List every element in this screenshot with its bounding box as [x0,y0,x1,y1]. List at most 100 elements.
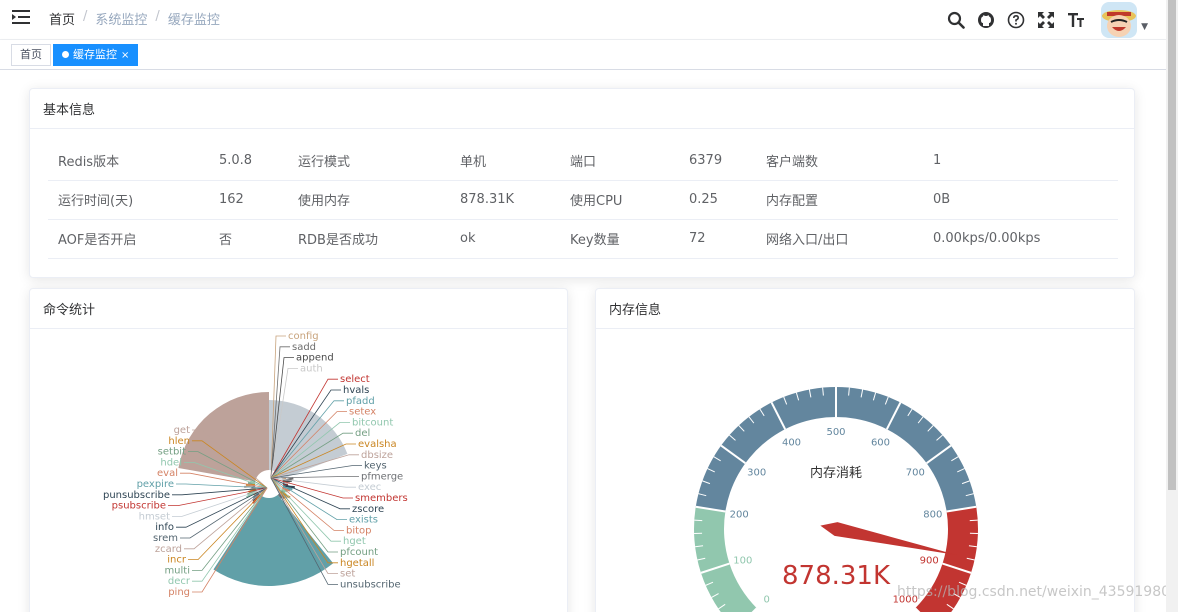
gauge-tick-label: 300 [747,467,766,478]
rose-label: select [340,374,370,385]
rose-label: smembers [355,493,408,504]
gauge-tick-label: 0 [764,594,770,605]
main-content: 基本信息 Redis版本 5.0.8 运行模式 单机 端口 6379 客户端数 1 运行时间(天… [0,70,1166,612]
rose-label: dbsize [361,450,393,461]
rose-label: pfmerge [361,471,403,482]
info-value: 6379 [679,141,756,181]
tag-cache-monitor[interactable]: 缓存监控 × [53,44,139,66]
info-value: 0.25 [679,180,756,220]
rose-label: evalsha [358,439,397,450]
info-value: 1 [923,141,1118,181]
info-value: ok [450,219,560,259]
rose-label: hmset [139,511,170,522]
info-table: Redis版本 5.0.8 运行模式 单机 端口 6379 客户端数 1 运行时间(天) 162 使… [48,141,1118,259]
tags-view: 首页 缓存监控 × [0,40,1166,70]
gauge-tick-label: 200 [730,510,749,521]
command-stats-chart: configsaddappendauthselecthvalspfaddsete… [103,331,408,598]
card-title: 命令统计 [30,289,567,329]
info-value: 单机 [450,141,560,181]
info-row: Redis版本 5.0.8 运行模式 单机 端口 6379 客户端数 1 [48,141,1118,181]
rose-label: append [296,353,334,364]
scrollbar-thumb[interactable] [1168,0,1176,490]
rose-label: keys [364,461,387,472]
question-icon[interactable] [1001,5,1031,35]
active-dot-icon [62,51,69,58]
caret-down-icon[interactable]: ▼ [1141,22,1148,32]
rose-slice-get[interactable] [178,392,269,482]
rose-label: bitop [346,525,372,536]
breadcrumb-home[interactable]: 首页 [49,9,75,28]
rose-label: zscore [352,504,384,515]
watermark: https://blog.csdn.net/weixin_43591980 [897,584,1171,600]
rose-label: punsubscribe [103,490,170,501]
gauge-tick [969,519,978,522]
gauge-tick-label: 400 [782,438,801,449]
info-label: 运行时间(天) [48,180,209,220]
rose-label: bitcount [352,417,393,428]
info-label: 使用内存 [288,180,450,220]
close-icon[interactable]: × [121,50,129,61]
gauge-tick-label: 500 [826,427,845,438]
rose-label: multi [164,565,190,576]
gauge-title: 内存消耗 [810,465,862,481]
rose-label: config [288,331,319,342]
command-stats-card: 命令统计 config sadd append auth select hvals pfad… [29,288,568,612]
memory-gauge-chart: 01002003004005006007008009001000内存消耗878.… [694,387,978,612]
info-label: 端口 [560,141,679,181]
rose-label: hdel [160,457,182,468]
rose-label: srem [153,533,178,544]
info-label: Key数量 [560,219,679,259]
rose-label: sadd [292,342,316,353]
basic-info-card: 基本信息 Redis版本 5.0.8 运行模式 单机 端口 6379 客户端数 1 运行时间(天… [29,88,1135,278]
card-title: 基本信息 [30,89,1134,129]
rose-label: set [340,569,355,580]
scrollbar[interactable] [1166,0,1178,612]
breadcrumb-system-monitor: 系统监控 [95,13,148,28]
rose-label: pfadd [346,396,375,407]
rose-label: exists [349,515,378,526]
rose-label: pfcount [340,547,378,558]
rose-label: exec [358,482,381,493]
rose-label: eval [157,468,178,479]
info-value: 72 [679,219,756,259]
info-label: RDB是否成功 [288,219,450,259]
gauge-value: 878.31K [782,561,891,591]
info-value: 5.0.8 [209,141,288,181]
gauge-tick-label: 700 [906,467,925,478]
rose-label: incr [167,555,187,566]
rose-label: ping [168,587,190,598]
rose-label: decr [168,576,191,587]
gauge-tick-label: 100 [733,555,752,566]
gauge-tick-label: 900 [920,555,939,566]
rose-label: setbit [158,447,186,458]
rose-label: unsubscribe [340,579,401,590]
rose-label: hvals [343,385,369,396]
info-value: 0.00kps/0.00kps [923,219,1118,259]
rose-slice-set[interactable] [213,494,334,586]
tag-home[interactable]: 首页 [11,44,51,66]
avatar[interactable] [1101,2,1138,38]
right-menu: ▼ [941,0,1166,40]
rose-label: zcard [155,544,182,555]
info-value: 878.31K [450,180,560,220]
info-label: 运行模式 [288,141,450,181]
info-label: 内存配置 [756,180,923,220]
info-label: Redis版本 [48,141,209,181]
github-icon[interactable] [971,5,1001,35]
info-label: AOF是否开启 [48,219,209,259]
memory-info-card: 内存信息 0 100 200 300 400 500 600 700 800 900 1000 内存消… [595,288,1135,612]
info-value: 否 [209,219,288,259]
gauge-tick-label: 800 [923,510,942,521]
info-label: 网络入口/出口 [756,219,923,259]
breadcrumb-cache-monitor: 缓存监控 [167,13,220,28]
hamburger-icon[interactable] [12,10,30,24]
fullscreen-icon[interactable] [1031,5,1061,35]
info-row: AOF是否开启否 RDB是否成功 ok Key数量 72 网络入口/出口 0.00kps/0… [48,219,1118,259]
search-icon[interactable] [941,5,971,35]
font-size-icon[interactable] [1061,5,1091,35]
rose-label: hget [343,536,366,547]
gauge-tick-label: 600 [871,438,890,449]
rose-label: setex [349,407,376,418]
rose-label: auth [300,363,323,374]
breadcrumb-separator: / [155,9,160,24]
